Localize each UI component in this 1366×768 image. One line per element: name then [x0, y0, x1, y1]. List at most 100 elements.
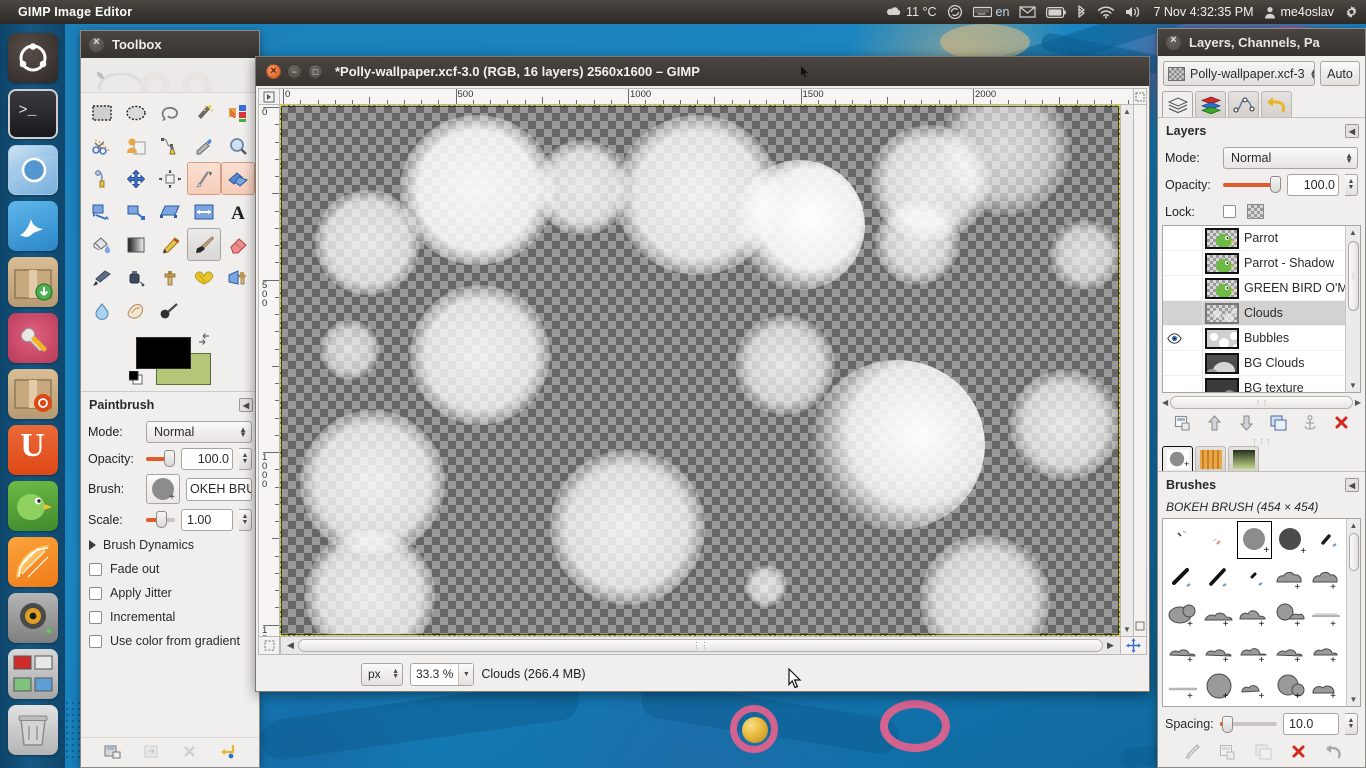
messaging-indicator[interactable]	[1019, 6, 1037, 18]
color-picker-tool[interactable]	[187, 129, 221, 162]
close-icon[interactable]	[89, 36, 104, 52]
reset-options-icon[interactable]	[219, 743, 236, 762]
restore-options-icon[interactable]	[143, 744, 160, 762]
smudge-tool[interactable]	[119, 294, 153, 327]
zoom-tool[interactable]	[221, 129, 255, 162]
mode-combo[interactable]: Normal ▲ ▼	[146, 420, 252, 443]
use-color-from-gradient-checkbox[interactable]	[89, 634, 102, 648]
apply-jitter-checkbox[interactable]	[89, 586, 102, 600]
rotate-tool[interactable]	[85, 195, 119, 228]
clone-tool[interactable]	[153, 261, 187, 294]
heal-tool[interactable]	[187, 261, 221, 294]
layer-link-toggle[interactable]	[1185, 251, 1203, 275]
brush-swatch[interactable]: +	[1308, 559, 1344, 595]
launcher-item-files[interactable]	[7, 145, 58, 195]
brush-swatch[interactable]	[1201, 559, 1237, 595]
layers-list-horizontal-scrollbar[interactable]: ◀ ⋮⋮ ▶	[1162, 395, 1361, 410]
lock-pixels-checkbox[interactable]	[1223, 205, 1236, 218]
delete-options-icon[interactable]	[182, 744, 197, 762]
scale-slider[interactable]	[146, 511, 175, 528]
zoom-image-icon[interactable]	[1135, 620, 1145, 634]
scroll-left-icon[interactable]: ◀	[283, 640, 298, 651]
tab-patterns[interactable]	[1195, 446, 1226, 471]
brush-swatch[interactable]: +	[1272, 595, 1308, 631]
layer-mode-combo[interactable]: Normal ▲ ▼	[1223, 146, 1358, 169]
brush-swatch[interactable]: +	[1201, 668, 1237, 704]
raise-layer-button[interactable]	[1207, 414, 1222, 434]
spacing-value[interactable]: 10.0	[1283, 713, 1339, 735]
maximize-icon[interactable]	[308, 64, 323, 79]
default-colors-icon[interactable]	[128, 370, 145, 387]
layer-opacity-value[interactable]: 100.0	[1287, 173, 1339, 196]
launcher-item-gimp[interactable]	[7, 481, 58, 531]
scale-value[interactable]: 1.00	[181, 508, 233, 531]
save-options-icon[interactable]	[104, 744, 121, 762]
incremental-checkbox[interactable]	[89, 610, 102, 624]
brushes-grid-scrollbar[interactable]: ▲ ▼	[1346, 519, 1360, 706]
brush-swatch[interactable]: +	[1165, 632, 1201, 668]
incremental-option[interactable]: Incremental	[81, 605, 259, 629]
ruler-origin-button[interactable]	[258, 88, 280, 105]
scrollbar-thumb[interactable]: ⋮⋮	[1170, 396, 1353, 409]
canvas-vertical-scrollbar[interactable]: ▲ ▼	[1121, 105, 1134, 637]
launcher-item-firefox[interactable]	[7, 201, 58, 251]
opacity-value[interactable]: 100.0	[181, 447, 233, 470]
unit-selector[interactable]: px ▲ ▼	[361, 662, 403, 686]
gear-icon[interactable]	[1344, 5, 1359, 20]
layer-link-toggle[interactable]	[1185, 326, 1203, 350]
fade-out-checkbox[interactable]	[89, 562, 102, 576]
layer-link-toggle[interactable]	[1185, 276, 1203, 300]
launcher-item-media-player[interactable]	[7, 537, 58, 587]
clock[interactable]: 7 Nov 4:32:35 PM	[1153, 5, 1253, 19]
auto-button[interactable]: Auto	[1320, 61, 1360, 86]
shear-tool[interactable]	[153, 195, 187, 228]
foreground-select-tool[interactable]	[119, 129, 153, 162]
pencil-tool[interactable]	[153, 228, 187, 261]
move-tool[interactable]	[119, 162, 153, 195]
rect-select-tool[interactable]	[85, 96, 119, 129]
layer-link-toggle[interactable]	[1185, 226, 1203, 250]
layer-link-toggle[interactable]	[1185, 376, 1203, 392]
volume-indicator[interactable]	[1125, 5, 1143, 19]
scissors-select-tool[interactable]	[85, 129, 119, 162]
scroll-right-icon[interactable]: ▶	[1103, 640, 1118, 651]
alignment-tool[interactable]	[153, 162, 187, 195]
table-row[interactable]: BG Clouds	[1163, 351, 1345, 376]
brush-swatch[interactable]: +	[1272, 632, 1308, 668]
select-by-color-tool[interactable]	[221, 96, 255, 129]
brushes-grid[interactable]: + + + + + + + + + + + + + + + + + + +	[1163, 519, 1346, 706]
sync-indicator[interactable]	[947, 4, 963, 20]
new-brush-button[interactable]	[1219, 744, 1236, 763]
image-menu[interactable]: Polly-wallpaper.xcf-3 ▲▼	[1163, 61, 1315, 86]
user-menu[interactable]: me4oslav	[1264, 6, 1334, 19]
quick-mask-toggle[interactable]	[258, 637, 280, 655]
tab-paths[interactable]	[1228, 91, 1259, 117]
transform-tool[interactable]	[221, 162, 255, 195]
delete-brush-button[interactable]	[1291, 744, 1306, 762]
swap-colors-icon[interactable]	[197, 332, 211, 346]
brush-swatch[interactable]: +	[1237, 632, 1273, 668]
brush-swatch-bokeh[interactable]: +	[1236, 521, 1273, 560]
keyboard-indicator[interactable]: en	[972, 6, 1009, 19]
layer-link-toggle[interactable]	[1185, 301, 1203, 325]
table-row[interactable]: GREEN BIRD O'M	[1163, 276, 1345, 301]
canvas-horizontal-scrollbar[interactable]: ◀ ⋮⋮ ▶	[280, 637, 1121, 655]
fade-out-option[interactable]: Fade out	[81, 557, 259, 581]
brush-swatch[interactable]: +	[1272, 559, 1308, 595]
layers-list[interactable]: Parrot Parrot - Shadow GREEN BIRD O'M Cl…	[1162, 225, 1361, 393]
brush-swatch[interactable]: +	[1165, 595, 1201, 631]
brush-preview[interactable]: +	[146, 474, 180, 504]
brush-swatch[interactable]: +	[1308, 595, 1344, 631]
new-layer-button[interactable]	[1174, 415, 1191, 434]
chevron-down-icon[interactable]: ▼	[458, 663, 474, 685]
tab-layers[interactable]	[1162, 91, 1193, 117]
foreground-color-swatch[interactable]	[136, 337, 191, 369]
brush-swatch[interactable]: +	[1201, 595, 1237, 631]
dock-separator-grip[interactable]: ⋮⋮⋮	[1158, 438, 1365, 446]
refresh-brushes-button[interactable]	[1325, 744, 1342, 763]
brushes-menu-icon[interactable]: ◀	[1345, 478, 1359, 492]
opacity-slider[interactable]	[146, 450, 175, 467]
bucket-fill-tool[interactable]	[85, 228, 119, 261]
ellipse-select-tool[interactable]	[119, 96, 153, 129]
edit-brush-button[interactable]	[1182, 743, 1200, 763]
